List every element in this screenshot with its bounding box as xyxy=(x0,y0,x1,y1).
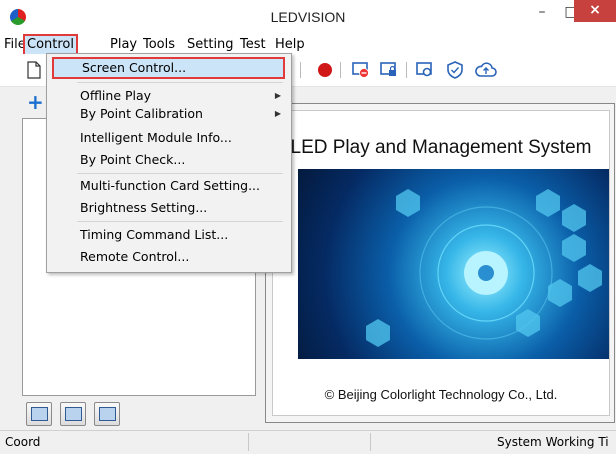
new-file-icon[interactable] xyxy=(25,61,43,79)
menu-tools[interactable]: Tools xyxy=(143,36,175,54)
menu-help[interactable]: Help xyxy=(275,36,305,54)
menu-item-by-point-check[interactable]: By Point Check... xyxy=(47,149,291,171)
menu-bar: File Control Play Tools Setting Test Hel… xyxy=(0,34,616,56)
submenu-arrow-icon: ▶ xyxy=(274,91,281,100)
menu-setting[interactable]: Setting xyxy=(187,36,234,54)
menu-item-multi-function-card[interactable]: Multi-function Card Setting... xyxy=(47,175,291,197)
menu-item-label: By Point Calibration xyxy=(80,106,203,121)
preview-panel: LED Play and Management System © Beijing… xyxy=(265,103,615,423)
menu-test[interactable]: Test xyxy=(240,36,266,54)
status-working-time: System Working Ti xyxy=(497,435,609,449)
close-button[interactable]: × xyxy=(574,0,616,22)
splash-frame: LED Play and Management System © Beijing… xyxy=(272,110,610,416)
screen-settings-icon[interactable] xyxy=(416,61,434,79)
control-menu-dropdown: Screen Control... Offline Play ▶ By Poin… xyxy=(46,53,292,273)
add-icon[interactable]: + xyxy=(27,92,44,112)
film-icon xyxy=(65,407,82,421)
film-icon xyxy=(31,407,48,421)
menu-item-screen-control[interactable]: Screen Control... xyxy=(52,57,285,79)
menu-item-label: Offline Play xyxy=(80,88,152,103)
toolbar-separator xyxy=(340,62,341,78)
menu-item-remote-control[interactable]: Remote Control... xyxy=(47,246,291,268)
status-divider xyxy=(370,433,371,451)
status-coord: Coord xyxy=(5,435,41,449)
menu-item-intelligent-module-info[interactable]: Intelligent Module Info... xyxy=(47,127,291,149)
cloud-icon[interactable] xyxy=(475,61,497,79)
copyright-text: © Beijing Colorlight Technology Co., Ltd… xyxy=(324,387,558,402)
record-icon[interactable] xyxy=(316,61,334,79)
add-area-button[interactable] xyxy=(26,402,52,426)
menu-separator xyxy=(77,221,283,222)
shield-icon[interactable] xyxy=(446,61,464,79)
menu-item-brightness-setting[interactable]: Brightness Setting... xyxy=(47,197,291,219)
menu-separator xyxy=(77,82,283,83)
title-bar: LEDVISION – □ × xyxy=(0,0,616,34)
menu-separator xyxy=(77,173,283,174)
add-window-button[interactable] xyxy=(60,402,86,426)
screen-lock-icon[interactable] xyxy=(380,61,398,79)
screen-stop-icon[interactable] xyxy=(352,61,370,79)
main-window: LEDVISION – □ × File Control Play Tools … xyxy=(0,0,616,454)
status-divider xyxy=(248,433,249,451)
plus-frame-icon xyxy=(99,407,116,421)
menu-play[interactable]: Play xyxy=(110,36,137,54)
splash-image xyxy=(298,169,609,359)
minimize-button[interactable]: – xyxy=(528,0,556,26)
hexagon-gear-graphic xyxy=(366,189,602,347)
window-title: LEDVISION xyxy=(270,9,346,25)
submenu-arrow-icon: ▶ xyxy=(274,109,281,118)
menu-item-by-point-calibration[interactable]: By Point Calibration ▶ xyxy=(47,105,291,123)
add-item-button[interactable] xyxy=(94,402,120,426)
splash-title: LED Play and Management System xyxy=(290,137,592,158)
status-bar: Coord System Working Ti xyxy=(0,430,616,454)
toolbar-separator xyxy=(406,62,407,78)
menu-item-timing-command-list[interactable]: Timing Command List... xyxy=(47,224,291,246)
toolbar-separator xyxy=(300,62,301,78)
menu-item-offline-play[interactable]: Offline Play ▶ xyxy=(47,85,291,107)
